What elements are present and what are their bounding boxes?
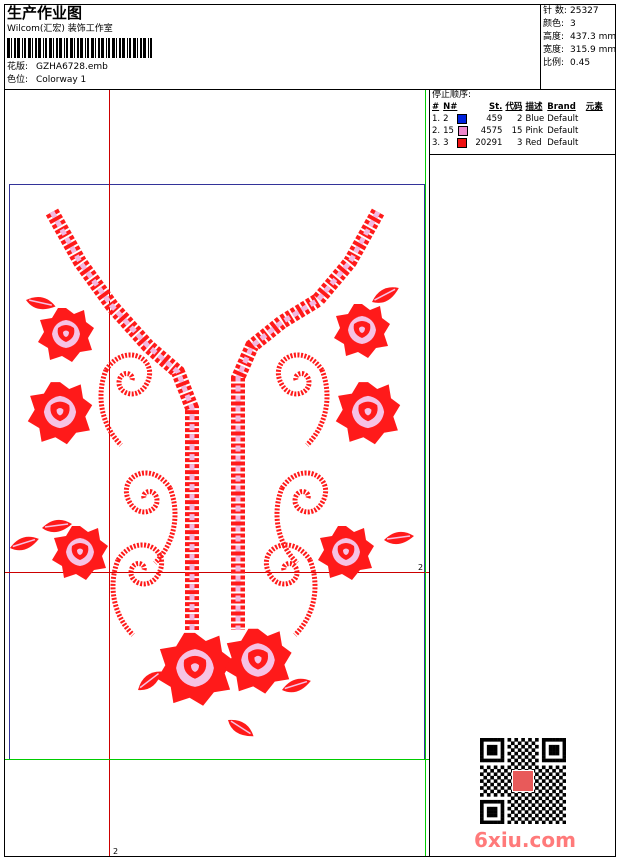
rose-bottom-right [224,628,292,694]
scroll-right-upper [278,355,327,445]
rose-left-top [38,308,94,362]
rose-right-mid [335,382,401,445]
leaf [23,291,58,315]
embroidery-design [7,208,415,744]
leaf [41,519,73,533]
leaf [368,283,403,307]
rose-right-top [334,304,390,358]
rose-bottom-left [157,632,233,706]
rose-left-mid [27,382,93,445]
scroll-left-lower [113,545,162,635]
scroll-left-middle [126,473,175,563]
rose-right-bottom [318,526,374,580]
leaf [7,533,42,553]
scroll-right-lower [266,545,315,635]
scroll-right-middle [277,473,326,563]
leaf [224,712,257,744]
scroll-left-upper [101,355,150,445]
leaf [383,531,415,545]
watermark-logo: 6xiu.com [474,828,576,852]
watermark-seal [512,770,534,792]
rose-left-bottom [52,526,108,580]
